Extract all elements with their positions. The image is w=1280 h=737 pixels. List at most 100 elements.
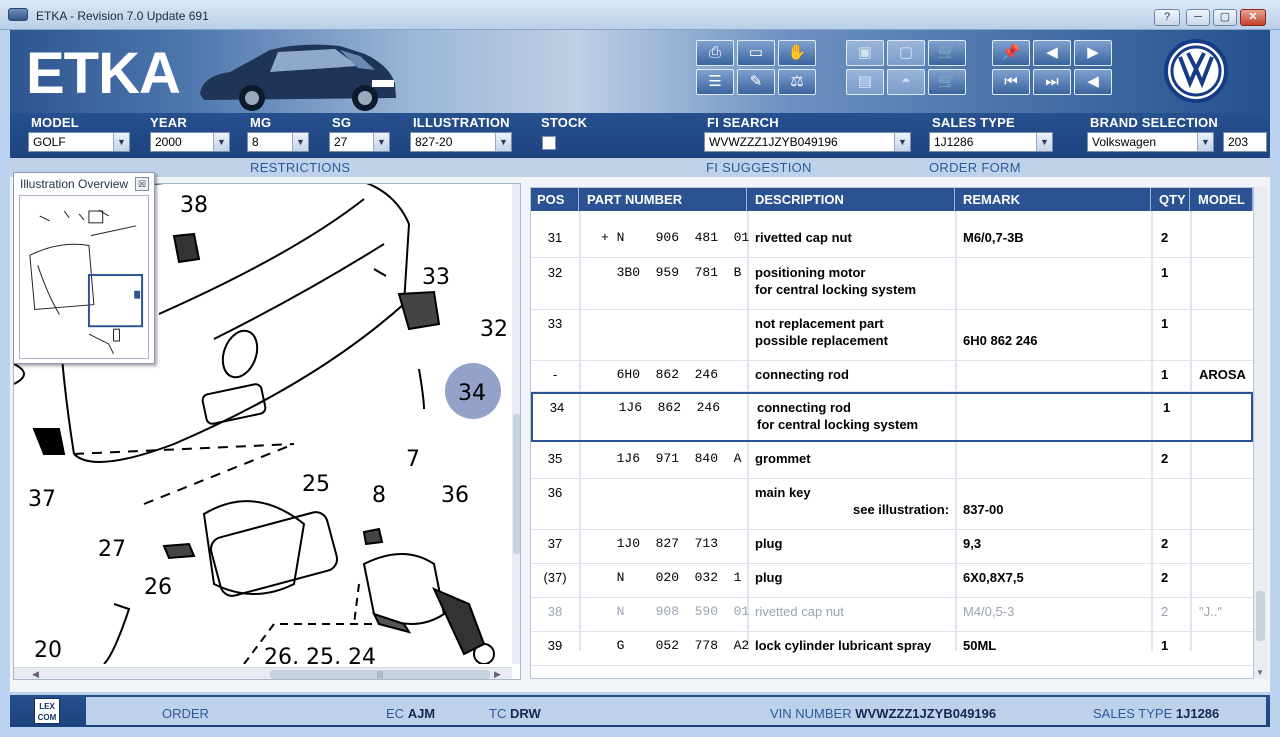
callout-7[interactable]: 7 <box>406 447 420 472</box>
mg-label: MG <box>250 115 272 130</box>
table-row[interactable]: 34 1J6 862 246 connecting rod 1 for central… <box>531 392 1253 442</box>
model-select[interactable]: GOLF ▼ <box>28 132 130 152</box>
chevron-down-icon[interactable]: ▼ <box>1197 133 1213 151</box>
list-icon[interactable]: ☰ <box>696 69 734 95</box>
callout-38[interactable]: 38 <box>180 193 208 218</box>
table-row[interactable]: 36 main key see illustration: 837-00 <box>531 479 1253 530</box>
table-row[interactable]: (37) N 020 032 1 plug 6X0,8X7,5 2 <box>531 564 1253 598</box>
callout-27[interactable]: 27 <box>98 537 126 562</box>
chevron-down-icon[interactable]: ▼ <box>495 133 511 151</box>
page-back-icon[interactable]: ◀ <box>1033 40 1071 66</box>
window-title: ETKA - Revision 7.0 Update 691 <box>36 9 209 23</box>
pen-icon[interactable]: ✎ <box>737 69 775 95</box>
page-forward-icon[interactable]: ▶ <box>1074 40 1112 66</box>
vehicle-icon[interactable]: ◓ <box>887 69 925 95</box>
status-bar: LEX COM ORDER EC AJM TC DRW VIN NUMBER W… <box>10 695 1270 727</box>
table-row[interactable]: 31 + N 906 481 01 rivetted cap nut M6/0,7-3… <box>531 224 1253 258</box>
callout-36[interactable]: 36 <box>441 483 469 508</box>
callout-20[interactable]: 20 <box>34 638 62 663</box>
help-button[interactable]: ? <box>1154 9 1180 26</box>
illustration-label: ILLUSTRATION <box>413 115 510 130</box>
parts-vertical-scrollbar[interactable]: ▼ <box>1254 187 1267 679</box>
stock-checkbox[interactable] <box>542 136 556 150</box>
callout-33[interactable]: 33 <box>422 265 450 290</box>
cart-add-icon[interactable]: 🛒 <box>928 69 966 95</box>
table-row[interactable]: 32 3B0 959 781 B positioning motor 1 for ce… <box>531 259 1253 310</box>
table-row[interactable]: 35 1J6 971 840 A grommet 2 <box>531 445 1253 479</box>
brand-code-field[interactable]: 203 <box>1223 132 1267 152</box>
table-row[interactable]: - 6H0 862 246 connecting rod 1 AROSA <box>531 361 1253 392</box>
home-icon[interactable]: ⏭ <box>1033 69 1071 95</box>
chevron-down-icon[interactable]: ▼ <box>894 133 910 151</box>
print-icon[interactable]: ⎙ <box>696 40 734 66</box>
table-row[interactable]: 38 N 908 590 01 rivetted cap nut M4/0,5-3 2… <box>531 598 1253 632</box>
window-icon[interactable]: ▭ <box>737 40 775 66</box>
close-button[interactable]: ✕ <box>1240 9 1266 26</box>
overview-thumbnail[interactable] <box>19 195 149 359</box>
tab-fi-suggestion[interactable]: FI SUGGESTION <box>706 160 812 175</box>
illustration-select[interactable]: 827-20 ▼ <box>410 132 512 152</box>
terminal-icon[interactable]: ▤ <box>846 69 884 95</box>
back-icon[interactable]: ◀ <box>1074 69 1112 95</box>
vin-status: VIN NUMBER WVWZZZ1JZYB049196 <box>770 706 997 721</box>
illustration-horizontal-scrollbar[interactable]: ◀ ||| ▶ <box>14 667 512 679</box>
cart-icon[interactable]: 🛒 <box>928 40 966 66</box>
row-qty: 2 <box>1161 570 1169 585</box>
callout-34[interactable]: 34 <box>458 381 486 406</box>
tab-order-form[interactable]: ORDER FORM <box>929 160 1021 175</box>
scroll-left-icon[interactable]: ◀ <box>32 669 39 679</box>
table-row[interactable]: 33 not replacement part 1 possible replacem… <box>531 310 1253 361</box>
callout-32[interactable]: 32 <box>480 317 508 342</box>
scroll-thumb[interactable] <box>1256 591 1265 641</box>
depot-icon[interactable]: ▢ <box>887 40 925 66</box>
table-row[interactable]: 39 G 052 778 A2 lock cylinder lubricant s… <box>531 632 1253 666</box>
chevron-down-icon[interactable]: ▼ <box>1036 133 1052 151</box>
sales-type-select[interactable]: 1J1286 ▼ <box>929 132 1053 152</box>
mg-select[interactable]: 8 ▼ <box>247 132 309 152</box>
chevron-down-icon[interactable]: ▼ <box>373 133 389 151</box>
row-pos: (37) <box>543 570 567 585</box>
callout-26[interactable]: 26 <box>144 575 172 600</box>
row-description: plug <box>755 570 783 585</box>
scroll-thumb[interactable] <box>513 414 520 554</box>
callout-8[interactable]: 8 <box>372 483 386 508</box>
close-icon[interactable]: ☒ <box>135 177 149 191</box>
column-description[interactable]: DESCRIPTION <box>749 188 955 211</box>
scale-icon[interactable]: ⚖ <box>778 69 816 95</box>
app-menu-icon[interactable] <box>8 8 28 21</box>
scroll-thumb[interactable]: ||| <box>270 670 490 679</box>
column-model[interactable]: MODEL <box>1192 188 1253 211</box>
callout-37[interactable]: 37 <box>28 487 56 512</box>
tab-restrictions[interactable]: RESTRICTIONS <box>250 160 350 175</box>
minimize-button[interactable]: ─ <box>1186 9 1210 26</box>
callout-26-25-24[interactable]: 26, 25, 24 <box>264 645 376 664</box>
first-page-icon[interactable]: ⏮ <box>992 69 1030 95</box>
title-bar: ETKA - Revision 7.0 Update 691 ? ─ ▢ ✕ <box>0 0 1280 30</box>
overview-viewport-frame[interactable] <box>87 274 144 328</box>
elsa-icon[interactable]: ▣ <box>846 40 884 66</box>
order-status[interactable]: ORDER <box>162 706 209 721</box>
fi-search-input[interactable]: WVWZZZ1JZYB049196 ▼ <box>704 132 911 152</box>
callout-25[interactable]: 25 <box>302 472 330 497</box>
chevron-down-icon[interactable]: ▼ <box>213 133 229 151</box>
row-part-number: 1J6 862 246 <box>603 400 721 415</box>
pin-icon[interactable]: 📌 <box>992 40 1030 66</box>
table-row[interactable]: 37 1J0 827 713 plug 9,3 2 <box>531 530 1253 564</box>
column-remark[interactable]: REMARK <box>957 188 1151 211</box>
chevron-down-icon[interactable]: ▼ <box>292 133 308 151</box>
illustration-overview-panel[interactable]: Illustration Overview ☒ <box>13 172 155 364</box>
illustration-vertical-scrollbar[interactable] <box>512 184 520 664</box>
brand-select[interactable]: Volkswagen ▼ <box>1087 132 1214 152</box>
handshake-icon[interactable]: ✋ <box>778 40 816 66</box>
column-part-number[interactable]: PART NUMBER <box>581 188 747 211</box>
sg-select[interactable]: 27 ▼ <box>329 132 390 152</box>
chevron-down-icon[interactable]: ▼ <box>113 133 129 151</box>
maximize-button[interactable]: ▢ <box>1213 9 1237 26</box>
row-qty: 1 <box>1163 400 1171 415</box>
year-select[interactable]: 2000 ▼ <box>150 132 230 152</box>
row-description: plug <box>755 536 783 551</box>
main-content: 38 33 32 34 37 7 25 8 36 27 26 20 26, 25… <box>10 177 1270 692</box>
column-pos[interactable]: POS <box>531 188 579 211</box>
column-qty[interactable]: QTY <box>1153 188 1190 211</box>
scroll-right-icon[interactable]: ▶ <box>494 669 501 679</box>
